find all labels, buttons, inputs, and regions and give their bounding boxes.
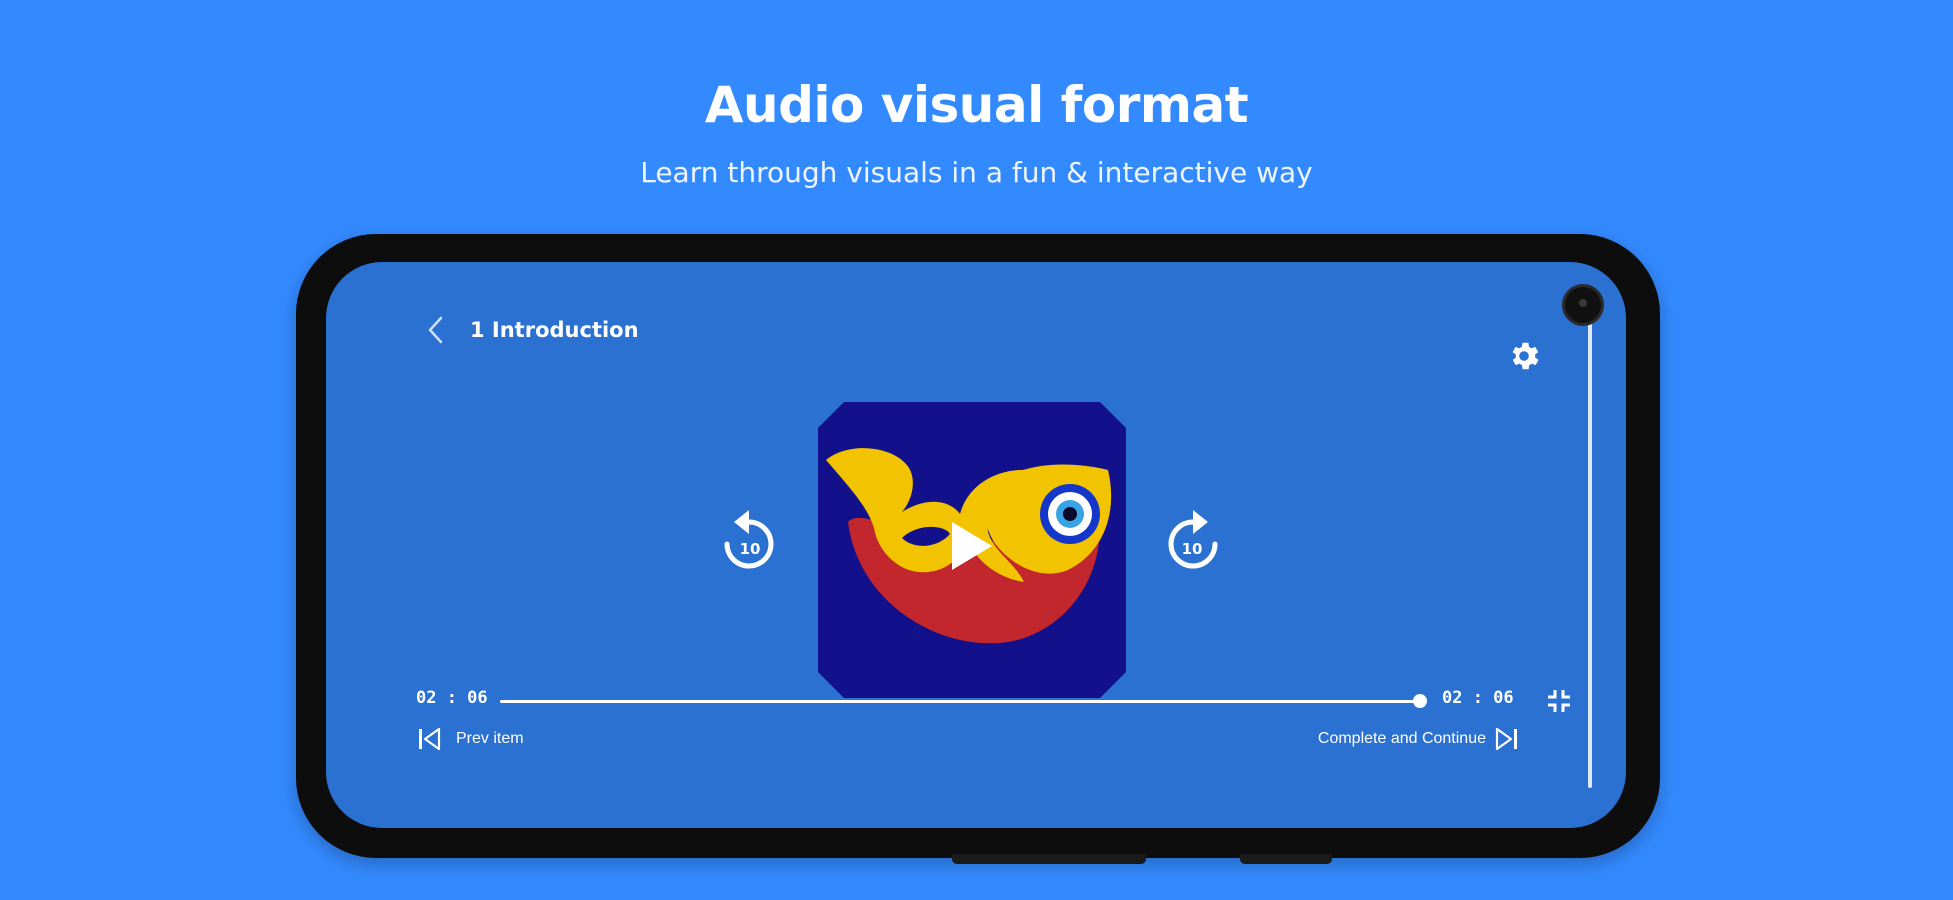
rewind-seconds-label: 10	[740, 540, 761, 558]
play-button[interactable]	[946, 520, 994, 572]
front-camera	[1562, 284, 1604, 326]
lesson-title: 1 Introduction	[470, 318, 639, 342]
skip-previous-icon[interactable]	[416, 726, 442, 752]
lesson-navigation: Prev item Complete and Continue	[416, 724, 1556, 754]
rewind-10-button[interactable]: 10	[714, 500, 784, 584]
settings-button[interactable]	[1504, 336, 1544, 376]
player-screen: 1 Introduction 10 10 02: 06 02: 06 Pre…	[326, 262, 1626, 828]
phone-side-button	[952, 854, 1146, 864]
total-duration: 02 : 06	[1442, 688, 1514, 708]
fullscreen-exit-button[interactable]	[1544, 686, 1574, 716]
screen-edge-highlight	[1588, 302, 1592, 788]
promo-headline: Audio visual format	[704, 76, 1249, 134]
gear-icon	[1512, 342, 1539, 370]
phone-side-button-2	[1240, 854, 1332, 864]
skip-next-icon[interactable]	[1494, 726, 1520, 752]
chevron-left-icon	[428, 316, 443, 344]
seek-bar[interactable]	[500, 700, 1420, 703]
prev-item-button[interactable]: Prev item	[456, 730, 524, 748]
elapsed-time: 02 : 06	[416, 688, 488, 708]
back-button[interactable]	[416, 310, 456, 350]
forward-seconds-label: 10	[1182, 540, 1203, 558]
forward-10-button[interactable]: 10	[1158, 500, 1228, 584]
seek-handle[interactable]	[1413, 694, 1427, 708]
phone-frame: 1 Introduction 10 10 02: 06 02: 06 Pre…	[296, 234, 1660, 858]
promo-subhead: Learn through visuals in a fun & interac…	[640, 156, 1313, 189]
complete-and-continue-button[interactable]: Complete and Continue	[1318, 730, 1486, 748]
play-icon	[952, 522, 992, 570]
fullscreen-exit-icon	[1548, 690, 1570, 712]
player-controls: 02 : 06 02 : 06 Prev item Complete and C…	[416, 686, 1570, 766]
